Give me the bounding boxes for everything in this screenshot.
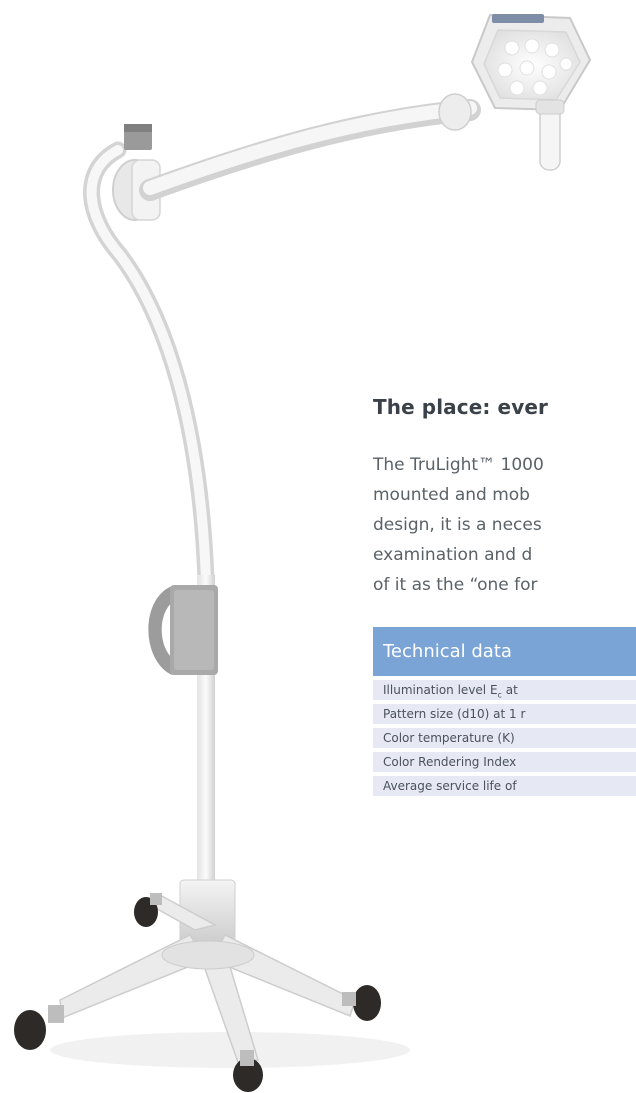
- description-line: examination and d: [373, 545, 533, 565]
- table-row: Illumination level Ec at: [373, 680, 636, 700]
- description-line: mounted and mob: [373, 485, 530, 505]
- table-row: Color temperature (K): [373, 728, 636, 748]
- table-row: Average service life of: [373, 776, 636, 796]
- description-line: design, it is a neces: [373, 515, 542, 535]
- lamp-head-label-strip: [492, 14, 544, 23]
- table-row: Pattern size (d10) at 1 r: [373, 704, 636, 724]
- product-description: The TruLight™ 1000 mounted and mob desig…: [373, 450, 636, 600]
- description-line: The TruLight™ 1000: [373, 455, 544, 475]
- description-line: of it as the “one for: [373, 575, 538, 595]
- technical-data-table: Technical data Illumination level Ec at …: [373, 627, 636, 800]
- table-row: Color Rendering Index: [373, 752, 636, 772]
- section-headline: The place: ever: [373, 395, 548, 419]
- technical-data-header: Technical data: [373, 627, 636, 676]
